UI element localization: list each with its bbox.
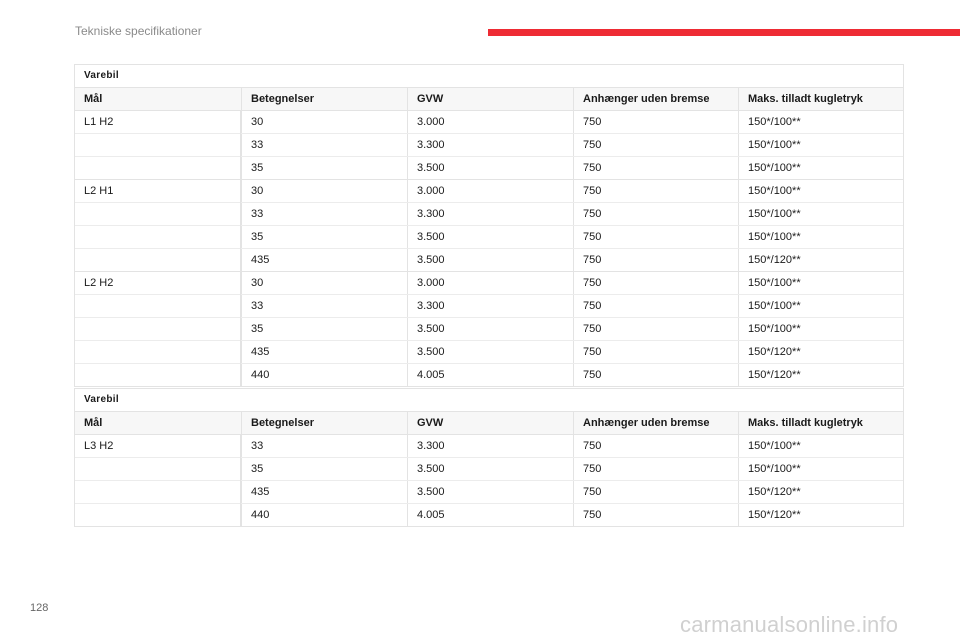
table-cell: 150*/100**	[738, 318, 901, 340]
table-cell: 150*/100**	[738, 134, 901, 156]
table-cell: 440	[241, 504, 407, 526]
table-cell: 33	[241, 295, 407, 317]
table-cell: 150*/100**	[738, 111, 901, 133]
table-cell: 750	[573, 111, 738, 133]
table-cell: 150*/100**	[738, 157, 901, 179]
table-cell: 4.005	[407, 364, 573, 386]
table-cell: 750	[573, 180, 738, 202]
column-header: GVW	[407, 88, 573, 110]
table-cell: 150*/100**	[738, 458, 901, 480]
table-cell: 33	[241, 134, 407, 156]
accent-bar	[488, 29, 960, 36]
table-cell: 440	[241, 364, 407, 386]
table-cell: 150*/120**	[738, 481, 901, 503]
table-cell: 750	[573, 504, 738, 526]
table-cell: 435	[241, 341, 407, 363]
table-cell: 750	[573, 295, 738, 317]
column-header: Betegnelser	[241, 88, 407, 110]
table-cell: 35	[241, 318, 407, 340]
table-header-row: Mål Betegnelser GVW Anhænger uden bremse Mak…	[75, 88, 903, 111]
table-cell: 3.500	[407, 458, 573, 480]
spec-table-2: Varebil Mål Betegnelser GVW Anhænger uden br…	[74, 388, 904, 527]
group-label: L1 H2	[75, 111, 241, 179]
table-header-row: Mål Betegnelser GVW Anhænger uden bremse Mak…	[75, 412, 903, 435]
column-header: Mål	[84, 417, 103, 429]
watermark: carmanualsonline.info	[680, 612, 899, 637]
table-cell: 3.500	[407, 481, 573, 503]
page-section-title: Tekniske specifikationer	[75, 24, 202, 38]
table-cell: 3.000	[407, 111, 573, 133]
table-cell: 750	[573, 341, 738, 363]
column-header: Maks. tilladt kugletryk	[738, 412, 901, 434]
table-cell: 150*/100**	[738, 203, 901, 225]
table-cell: 35	[241, 458, 407, 480]
table-cell: 3.500	[407, 341, 573, 363]
table-cell: 150*/120**	[738, 249, 901, 271]
table-cell: 4.005	[407, 504, 573, 526]
table-cell: 750	[573, 157, 738, 179]
table-cell: 150*/100**	[738, 435, 901, 457]
table-cell: 750	[573, 203, 738, 225]
column-header: GVW	[407, 412, 573, 434]
table-cell: 3.300	[407, 295, 573, 317]
page-number: 128	[30, 602, 49, 614]
spec-table-1: Varebil Mål Betegnelser GVW Anhænger uden br…	[74, 64, 904, 387]
column-header: Betegnelser	[241, 412, 407, 434]
table-cell: 750	[573, 249, 738, 271]
table-caption: Varebil	[75, 65, 903, 88]
row-group: L2 H2 30 3.000 750 150*/100** 33 3.300 750 150*/…	[75, 271, 903, 386]
row-group: L3 H2 33 3.300 750 150*/100** 35 3.500 750 150*/…	[75, 435, 903, 526]
table-cell: 150*/100**	[738, 295, 901, 317]
table-cell: 750	[573, 272, 738, 294]
column-header: Anhænger uden bremse	[573, 88, 738, 110]
table-cell: 150*/120**	[738, 504, 901, 526]
table-cell: 150*/100**	[738, 272, 901, 294]
table-cell: 35	[241, 226, 407, 248]
table-cell: 750	[573, 481, 738, 503]
column-header: Mål	[84, 93, 103, 105]
table-cell: 33	[241, 435, 407, 457]
table-cell: 30	[241, 111, 407, 133]
table-cell: 750	[573, 458, 738, 480]
table-cell: 30	[241, 272, 407, 294]
table-cell: 3.500	[407, 318, 573, 340]
row-group: L2 H1 30 3.000 750 150*/100** 33 3.300 750 150*/…	[75, 179, 903, 271]
table-cell: 750	[573, 134, 738, 156]
table-cell: 3.500	[407, 249, 573, 271]
table-cell: 750	[573, 318, 738, 340]
group-label: L2 H1	[75, 180, 241, 271]
table-cell: 30	[241, 180, 407, 202]
group-label: L2 H2	[75, 272, 241, 386]
table-cell: 150*/120**	[738, 364, 901, 386]
table-cell: 3.500	[407, 226, 573, 248]
column-header: Maks. tilladt kugletryk	[738, 88, 901, 110]
table-cell: 3.000	[407, 272, 573, 294]
table-cell: 3.300	[407, 134, 573, 156]
table-cell: 750	[573, 364, 738, 386]
table-cell: 150*/100**	[738, 180, 901, 202]
table-cell: 435	[241, 481, 407, 503]
table-cell: 750	[573, 435, 738, 457]
column-header: Anhænger uden bremse	[573, 412, 738, 434]
table-cell: 150*/120**	[738, 341, 901, 363]
group-label: L3 H2	[75, 435, 241, 526]
table-cell: 750	[573, 226, 738, 248]
table-cell: 435	[241, 249, 407, 271]
table-caption: Varebil	[75, 389, 903, 412]
table-cell: 3.300	[407, 203, 573, 225]
table-cell: 3.000	[407, 180, 573, 202]
table-cell: 3.500	[407, 157, 573, 179]
row-group: L1 H2 30 3.000 750 150*/100** 33 3.300 750 150*/…	[75, 111, 903, 179]
table-cell: 150*/100**	[738, 226, 901, 248]
table-cell: 33	[241, 203, 407, 225]
table-cell: 35	[241, 157, 407, 179]
table-cell: 3.300	[407, 435, 573, 457]
